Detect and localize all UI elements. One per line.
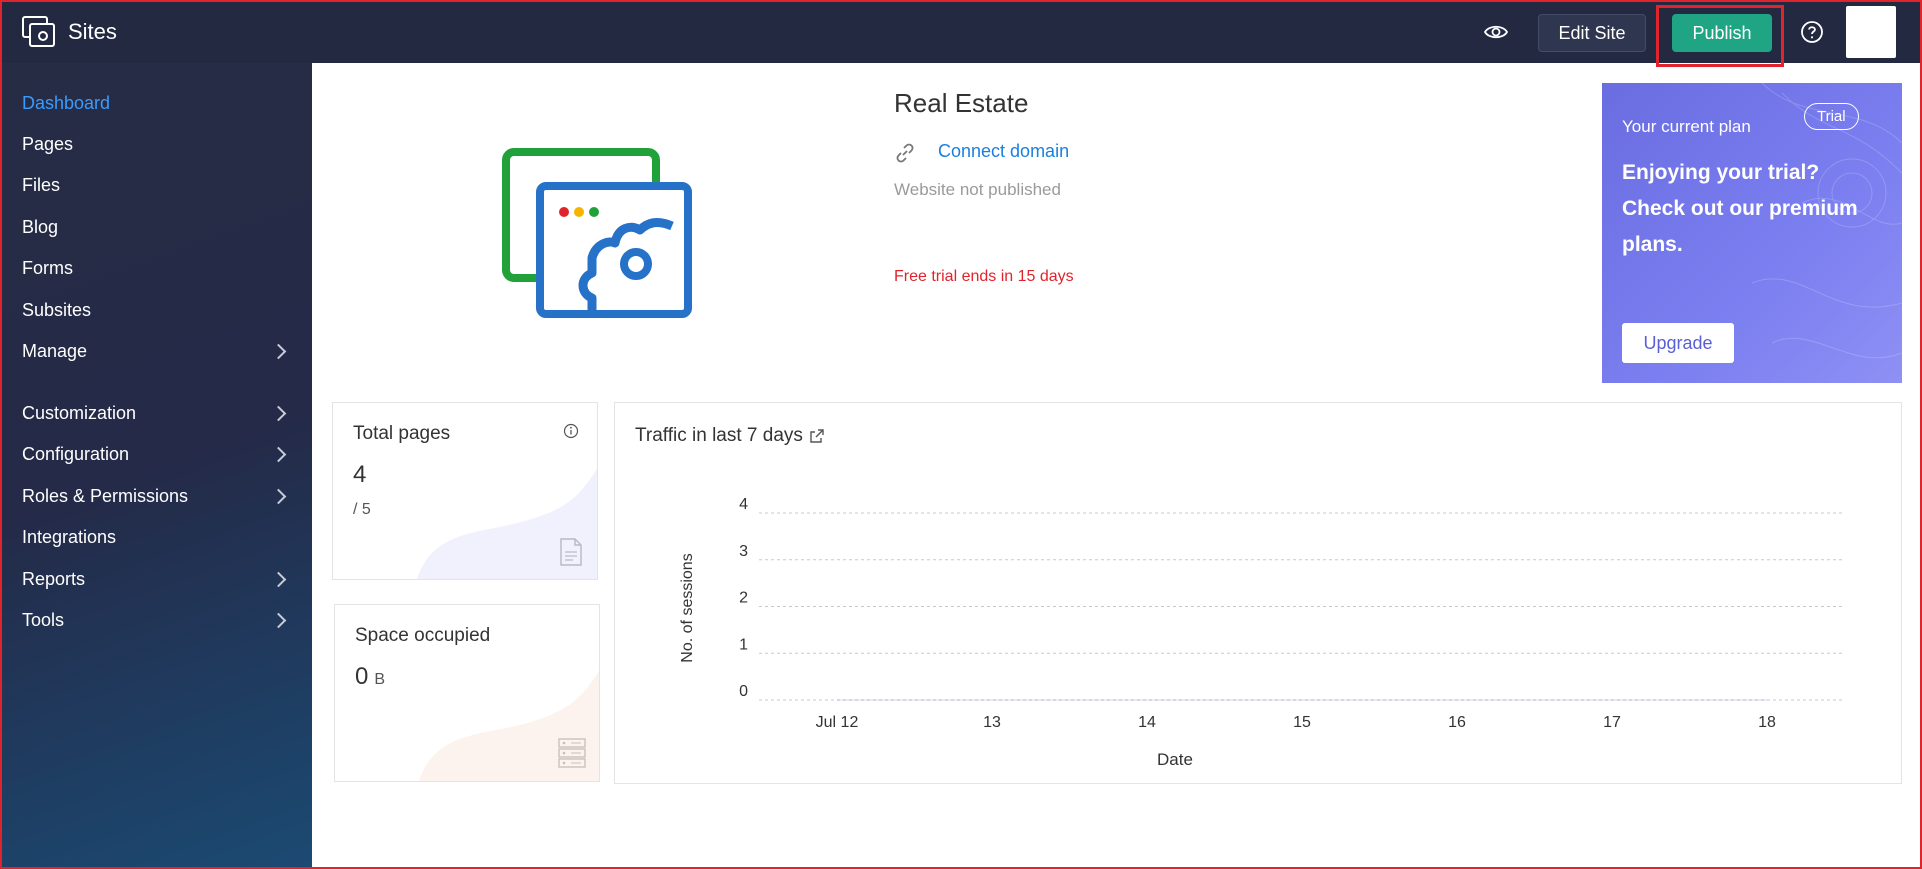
current-plan-card: Your current plan Trial Enjoying your tr…: [1602, 83, 1902, 383]
sidebar-item-label: Dashboard: [22, 93, 111, 113]
space-occupied-value-row: 0 B: [355, 663, 385, 691]
trial-badge: Trial: [1804, 103, 1859, 130]
sidebar-item-label: Tools: [22, 610, 65, 630]
traffic-chart-card: Traffic in last 7 days 0 1 2 3 4 Jul 12 13 14 15…: [614, 402, 1902, 784]
sidebar-item-reports[interactable]: Reports: [22, 569, 290, 590]
sidebar-item-label: Integrations: [22, 527, 117, 547]
app-name: Sites: [68, 19, 117, 44]
space-occupied-value: 0: [355, 663, 369, 690]
plan-message: Enjoying your trial? Check out our premi…: [1622, 161, 1858, 256]
x-axis-label: Date: [1157, 750, 1193, 769]
document-icon: [560, 538, 582, 566]
sidebar-item-label: Files: [22, 175, 61, 195]
space-occupied-card: Space occupied 0 B: [334, 604, 600, 782]
traffic-line-chart: 0 1 2 3 4 Jul 12 13 14 15 16 17 18 Date No. of sessio…: [679, 496, 1843, 769]
x-tick-label: Jul 12: [816, 714, 859, 731]
x-tick-label: 17: [1603, 714, 1621, 731]
sidebar-item-label: Subsites: [22, 300, 92, 320]
connect-domain-link[interactable]: Connect domain: [938, 141, 1069, 162]
sidebar-item-forms[interactable]: Forms: [22, 258, 290, 279]
sidebar-item-pages[interactable]: Pages: [22, 134, 290, 155]
publish-status: Website not published: [894, 180, 1061, 199]
publish-highlight-box: [1656, 5, 1784, 67]
sidebar-item-manage[interactable]: Manage: [22, 341, 290, 362]
trial-end-notice: Free trial ends in 15 days: [894, 268, 1074, 285]
sidebar-item-files[interactable]: Files: [22, 175, 290, 196]
x-tick-label: 13: [983, 714, 1001, 731]
chevron-right-icon: [270, 405, 287, 422]
chevron-right-icon: [270, 571, 287, 588]
plan-label: Your current plan: [1622, 117, 1751, 136]
preview-eye-icon[interactable]: [1484, 20, 1508, 44]
y-tick-label: 3: [739, 543, 748, 560]
top-bar: Sites Edit Site Publish: [0, 0, 1922, 67]
sidebar-item-label: Customization: [22, 403, 137, 423]
x-tick-label: 15: [1293, 714, 1311, 731]
link-icon: [896, 143, 914, 163]
sidebar-item-label: Pages: [22, 134, 74, 154]
upgrade-button[interactable]: Upgrade: [1622, 323, 1734, 363]
y-tick-label: 4: [739, 496, 748, 513]
x-tick-label: 18: [1758, 714, 1776, 731]
chevron-right-icon: [270, 612, 287, 629]
site-title: Real Estate: [894, 88, 1029, 118]
sidebar-item-tools[interactable]: Tools: [22, 610, 290, 631]
total-pages-value: 4: [353, 461, 367, 488]
sidebar-item-label: Reports: [22, 569, 86, 589]
chevron-right-icon: [270, 488, 287, 505]
sidebar-item-label: Roles & Permissions: [22, 486, 189, 506]
total-pages-limit: / 5: [353, 501, 371, 518]
sidebar: Dashboard Pages Files Blog Forms Subsite…: [0, 63, 312, 869]
total-pages-title: Total pages: [353, 423, 451, 444]
sidebar-item-label: Manage: [22, 341, 88, 361]
sidebar-item-roles-permissions[interactable]: Roles & Permissions: [22, 486, 290, 507]
brand[interactable]: Sites: [22, 16, 117, 48]
sidebar-item-label: Configuration: [22, 444, 130, 464]
help-icon[interactable]: [1800, 20, 1824, 44]
sidebar-item-subsites[interactable]: Subsites: [22, 300, 290, 321]
x-tick-label: 16: [1448, 714, 1466, 731]
info-icon[interactable]: [563, 423, 579, 439]
sidebar-item-configuration[interactable]: Configuration: [22, 444, 290, 465]
y-axis-label: No. of sessions: [679, 553, 696, 662]
y-tick-label: 0: [739, 683, 748, 700]
sidebar-item-label: Forms: [22, 258, 73, 278]
sites-logo-icon: [22, 16, 55, 47]
edit-site-button[interactable]: Edit Site: [1538, 14, 1646, 52]
chevron-right-icon: [270, 343, 287, 360]
sidebar-item-integrations[interactable]: Integrations: [22, 527, 290, 548]
y-tick-label: 2: [739, 590, 748, 607]
sidebar-item-customization[interactable]: Customization: [22, 403, 290, 424]
server-icon: [558, 738, 586, 768]
space-occupied-title: Space occupied: [355, 625, 491, 646]
sidebar-item-blog[interactable]: Blog: [22, 217, 290, 238]
space-occupied-unit: B: [374, 671, 386, 688]
x-tick-label: 14: [1138, 714, 1156, 731]
y-tick-label: 1: [739, 636, 748, 653]
sidebar-item-dashboard[interactable]: Dashboard: [22, 93, 290, 114]
site-thumbnail-icon: [502, 148, 692, 318]
sidebar-item-label: Blog: [22, 217, 59, 237]
avatar[interactable]: [1846, 6, 1896, 58]
total-pages-card: Total pages 4 / 5: [332, 402, 598, 580]
chevron-right-icon: [270, 446, 287, 463]
